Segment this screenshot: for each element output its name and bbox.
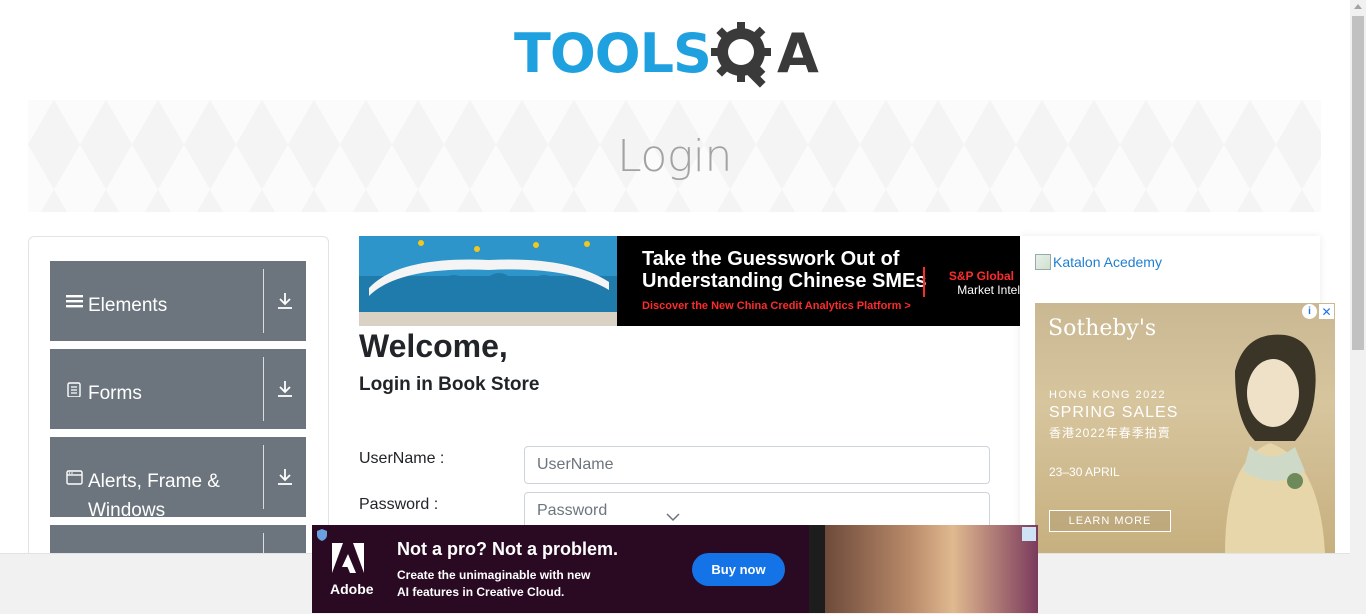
brand-divider bbox=[923, 267, 925, 297]
ad-headline-line1: Take the Guesswork Out of bbox=[642, 248, 900, 270]
adobe-logo-icon bbox=[330, 543, 366, 577]
document-icon bbox=[66, 381, 84, 402]
adobe-brand-name: Adobe bbox=[330, 581, 374, 597]
broken-image-icon bbox=[1035, 254, 1051, 270]
page-title: Login bbox=[617, 130, 732, 182]
sale-dates: 23–30 APRIL bbox=[1049, 465, 1120, 479]
close-icon[interactable]: ✕ bbox=[1319, 304, 1334, 319]
sidebar-group-alerts-frame-windows[interactable]: Alerts, Frame & Windows bbox=[50, 437, 306, 521]
ad-headline: Not a pro? Not a problem. bbox=[397, 539, 619, 559]
ad-brand-tagline: Market Intel bbox=[957, 283, 1020, 297]
gear-magnifier-icon bbox=[709, 18, 781, 90]
katalon-academy-link[interactable]: Katalon Acedemy bbox=[1035, 254, 1162, 270]
divider bbox=[263, 445, 264, 509]
sidebar-group-elements[interactable]: Elements bbox=[50, 261, 306, 341]
top-banner-ad[interactable]: Take the Guesswork Out of Understanding … bbox=[359, 236, 1020, 326]
login-subtitle: Login in Book Store bbox=[359, 374, 540, 395]
ad-subline: Create the unimaginable with new AI feat… bbox=[397, 567, 590, 601]
katalon-link-text: Katalon Acedemy bbox=[1053, 254, 1162, 270]
portrait-image bbox=[825, 525, 1038, 613]
toolsqa-logo[interactable]: TOOLS A bbox=[514, 16, 838, 92]
download-arrow-icon[interactable] bbox=[264, 349, 306, 429]
username-label: UserName : bbox=[359, 450, 445, 467]
woman-painting bbox=[1225, 334, 1325, 553]
logo-text-tools: TOOLS bbox=[514, 22, 712, 85]
sidebar-group-label: Forms bbox=[88, 383, 142, 404]
sidebar-group-label: Alerts, Frame & Windows bbox=[88, 471, 220, 521]
sidebar-group-forms[interactable]: Forms bbox=[50, 349, 306, 429]
sale-location-year: HONG KONG 2022 bbox=[1049, 389, 1166, 401]
ad-choices-icon[interactable] bbox=[1022, 527, 1036, 541]
ad-copy: Take the Guesswork Out of Understanding … bbox=[617, 236, 1020, 326]
hamburger-menu-icon bbox=[66, 293, 84, 314]
logo-text-a: A bbox=[776, 22, 819, 85]
ad-subline-1: Create the unimaginable with new bbox=[397, 568, 591, 582]
divider bbox=[263, 269, 264, 333]
username-input[interactable] bbox=[524, 446, 990, 484]
divider bbox=[263, 357, 264, 421]
ad-info-icon[interactable]: i bbox=[1302, 304, 1317, 319]
learn-more-button[interactable]: LEARN MORE bbox=[1049, 510, 1171, 532]
buy-now-button[interactable]: Buy now bbox=[692, 553, 785, 586]
scrollbar-thumb[interactable] bbox=[1352, 16, 1364, 350]
adobe-bottom-ad[interactable]: Adobe Not a pro? Not a problem. Create t… bbox=[312, 525, 1038, 613]
shield-icon bbox=[315, 528, 329, 542]
ad-subline: Discover the New China Credit Analytics … bbox=[642, 300, 911, 312]
welcome-heading: Welcome, bbox=[359, 328, 508, 364]
sothebys-brand: Sotheby's bbox=[1048, 316, 1157, 341]
download-arrow-icon[interactable] bbox=[264, 437, 306, 517]
bridge-photo bbox=[359, 236, 617, 326]
page: TOOLS A Login Elements Forms Alerts, Fra… bbox=[0, 0, 1366, 614]
sale-title: SPRING SALES bbox=[1049, 404, 1179, 421]
download-arrow-icon[interactable] bbox=[264, 261, 306, 341]
ad-brand-name: S&P Global bbox=[948, 269, 1014, 283]
tool-palette bbox=[809, 525, 825, 613]
scroll-up-arrow-icon[interactable] bbox=[1354, 4, 1362, 9]
page-header-banner: Login bbox=[28, 100, 1321, 212]
chevron-down-icon bbox=[666, 509, 680, 522]
ad-subline-2: AI features in Creative Cloud. bbox=[397, 585, 565, 599]
sale-title-chinese: 香港2022年春季拍賣 bbox=[1049, 426, 1171, 440]
sothebys-ad[interactable]: Sotheby's HONG KONG 2022 SPRING SALES 香港… bbox=[1035, 303, 1335, 553]
browser-window-icon bbox=[66, 469, 84, 490]
password-label: Password : bbox=[359, 496, 439, 513]
sidebar-group-label: Elements bbox=[88, 295, 168, 316]
